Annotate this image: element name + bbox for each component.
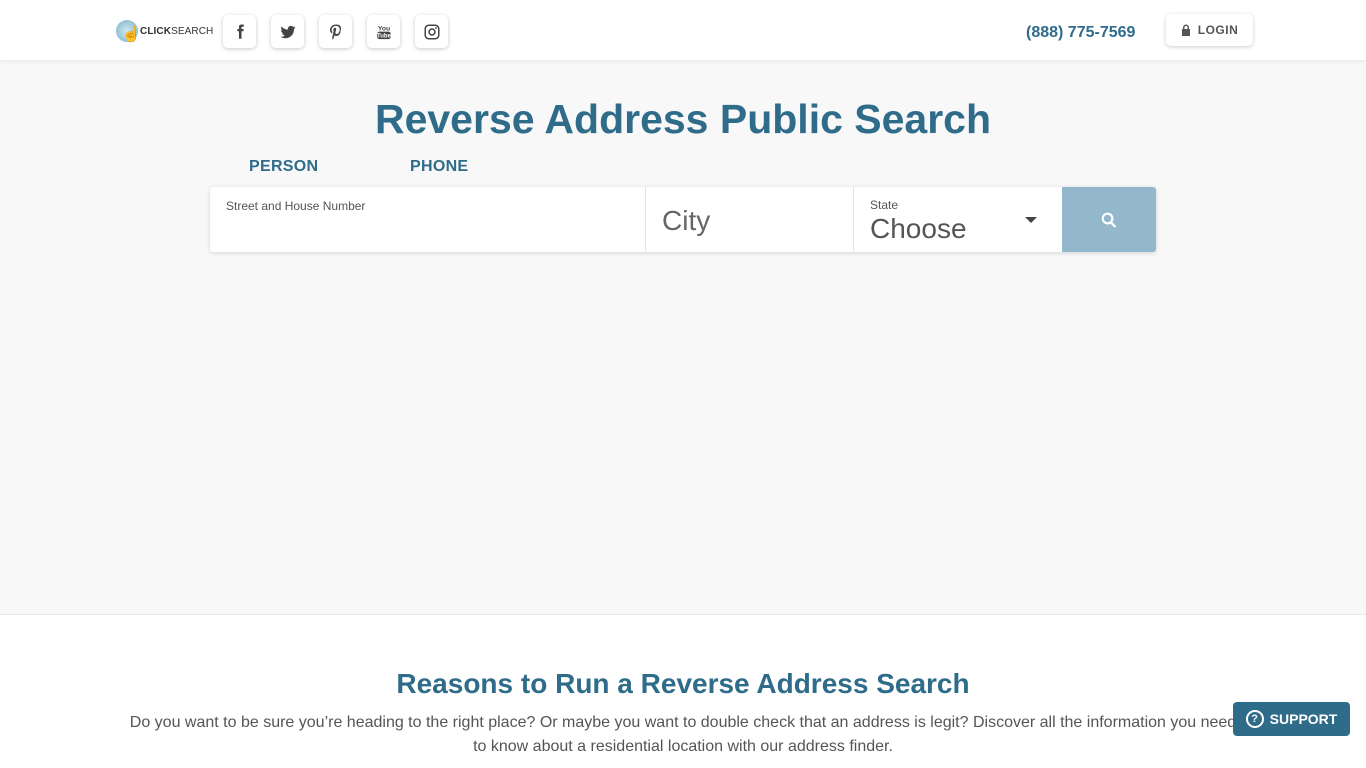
- svg-text:Tube: Tube: [377, 33, 392, 39]
- clicksearch-logo[interactable]: ☝ CLICKSEARCH: [116, 16, 213, 46]
- address-search-form: Street and House Number City State Choos…: [210, 187, 1156, 252]
- facebook-icon[interactable]: [223, 15, 256, 48]
- login-label: LOGIN: [1197, 23, 1239, 37]
- support-button[interactable]: ? SUPPORT: [1233, 702, 1350, 736]
- youtube-icon[interactable]: You Tube: [367, 15, 400, 48]
- city-field[interactable]: City: [646, 187, 854, 252]
- logo-text: CLICKSEARCH: [140, 25, 214, 37]
- pinterest-icon[interactable]: [319, 15, 352, 48]
- state-select[interactable]: State Choose: [854, 187, 1062, 252]
- chevron-down-icon: [1025, 217, 1037, 223]
- logo-cursor-icon: ☝: [116, 20, 141, 42]
- street-field-label: Street and House Number: [226, 199, 366, 213]
- login-button[interactable]: LOGIN: [1166, 14, 1253, 46]
- lock-icon: [1181, 24, 1190, 36]
- question-circle-icon: ?: [1245, 710, 1264, 728]
- reasons-paragraph: Do you want to be sure you’re heading to…: [129, 714, 1237, 755]
- social-links: You Tube: [223, 15, 448, 48]
- phone-number-link[interactable]: (888) 775-7569: [1026, 24, 1135, 42]
- tab-person[interactable]: PERSON: [249, 158, 318, 176]
- tab-phone[interactable]: PHONE: [410, 158, 468, 176]
- twitter-icon[interactable]: [271, 15, 304, 48]
- state-field-label: State: [870, 198, 899, 212]
- instagram-icon[interactable]: [415, 15, 448, 48]
- site-header: ☝ CLICKSEARCH You Tube (888) 775-7569 LOG…: [0, 0, 1366, 60]
- reasons-title: Reasons to Run a Reverse Address Search: [396, 668, 970, 699]
- page-title: Reverse Address Public Search: [374, 96, 992, 142]
- search-icon: [1101, 212, 1117, 228]
- state-selected-value: Choose: [870, 213, 967, 244]
- search-button[interactable]: [1062, 187, 1156, 252]
- support-label: SUPPORT: [1269, 711, 1338, 727]
- street-address-field[interactable]: Street and House Number: [210, 187, 646, 252]
- svg-text:You: You: [377, 25, 389, 32]
